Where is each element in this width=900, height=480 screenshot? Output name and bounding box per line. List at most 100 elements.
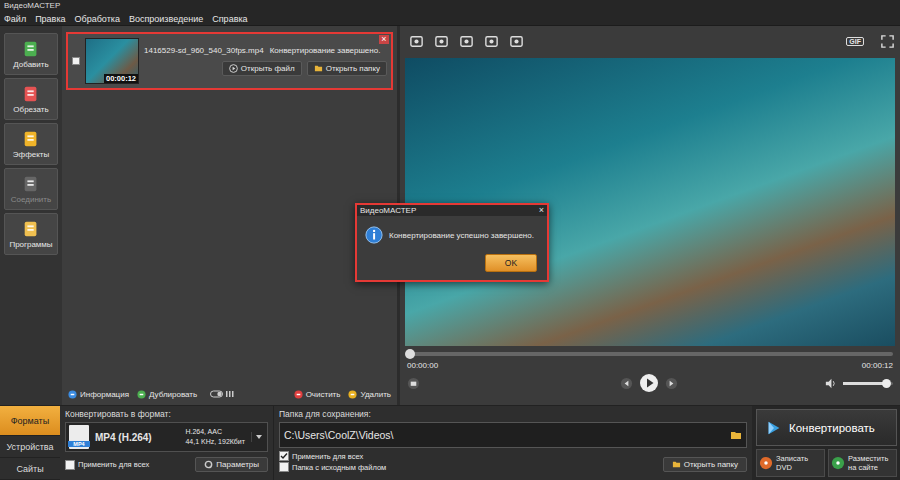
checkbox-box [279, 451, 289, 461]
output-path-field[interactable]: C:\Users\CoolZ\Videos\ [279, 422, 747, 448]
file-status: Конвертирование завершено. [270, 46, 381, 55]
folder-icon [672, 460, 681, 469]
file-list: 00:00:12 1416529-sd_960_540_30fps.mp4 Конв… [62, 26, 400, 405]
seek-bar[interactable] [407, 352, 893, 356]
bottom-tab[interactable]: Устройства [0, 436, 60, 458]
gif-button[interactable]: GIF [846, 37, 864, 46]
preview-toolbar: GIF [405, 30, 895, 52]
output-option-checkbox[interactable]: Папка с исходным файлом [279, 462, 386, 472]
next-icon[interactable] [665, 377, 678, 390]
button-label: Открыть папку [326, 64, 380, 73]
play-icon[interactable] [639, 373, 659, 393]
menu-item[interactable]: Файл [4, 12, 26, 25]
left-toolbar: Добавить Обрезать Эффекты Соединить Программ… [0, 26, 62, 405]
extra-actions: Записать DVD Разместить на сайте [756, 449, 897, 477]
toolbar-button[interactable]: Соединить [4, 168, 58, 210]
action-label: Информация [80, 390, 129, 399]
info-icon [68, 390, 77, 399]
remove-item-button[interactable]: × [379, 35, 389, 44]
open-folder-button[interactable]: Открыть папку [663, 457, 747, 472]
brightness-icon[interactable] [459, 34, 474, 49]
menu-item[interactable]: Обработка [75, 12, 120, 25]
file-action-button[interactable]: Открыть файл [222, 61, 302, 76]
toolbar-label: Соединить [11, 195, 51, 204]
toolbar-label: Программы [9, 240, 52, 249]
video-master-window: ВидеоМАСТЕР Файл Правка Обработка Воспроизве… [0, 0, 900, 480]
list-action[interactable]: Информация [68, 390, 129, 399]
film-icon[interactable] [409, 34, 424, 49]
check-icon [280, 452, 288, 460]
camera-icon[interactable] [484, 34, 499, 49]
dialog-close-button[interactable]: × [539, 206, 544, 215]
toolbar-button[interactable]: Программы [4, 213, 58, 255]
menu-item[interactable]: Правка [35, 12, 65, 25]
format-dropdown[interactable]: MP4 MP4 (H.264) H.264, AAC44,1 KHz, 192Кби… [65, 422, 268, 452]
seek-handle[interactable] [405, 349, 415, 359]
output-path: C:\Users\CoolZ\Videos\ [284, 429, 730, 441]
snapshot-icon[interactable] [407, 377, 420, 390]
menu-item[interactable]: Воспроизведение [129, 12, 203, 25]
format-heading: Конвертировать в формат: [65, 409, 268, 419]
output-option-checkbox[interactable]: Применить для всех [279, 451, 386, 461]
output-footer: Применить для всехПапка с исходным файло… [279, 451, 747, 472]
list-action[interactable]: Дублировать [137, 389, 238, 399]
button-label: Записать DVD [776, 454, 822, 472]
ok-button[interactable]: OK [485, 254, 537, 272]
file-action-button[interactable]: Открыть папку [307, 61, 387, 76]
programs-icon [22, 220, 40, 238]
list-action[interactable]: Удалить [348, 390, 391, 399]
toolbar-button[interactable]: Обрезать [4, 78, 58, 120]
menu-item[interactable]: Справка [212, 12, 247, 25]
format-footer: Применить для всех Параметры [65, 457, 268, 472]
button-label: Разместить на сайте [848, 454, 894, 472]
file-item[interactable]: 00:00:12 1416529-sd_960_540_30fps.mp4 Конв… [66, 32, 393, 90]
speed-icon[interactable] [509, 34, 524, 49]
cut-icon [22, 85, 40, 103]
volume-control [824, 377, 893, 390]
extra-button[interactable]: Разместить на сайте [828, 449, 897, 477]
message-dialog: ВидеоМАСТЕР×Конвертирование успешно заве… [355, 203, 549, 282]
volume-handle[interactable] [882, 379, 891, 388]
apply-all-checkbox[interactable]: Применить для всех [65, 460, 149, 470]
convert-button[interactable]: Конвертировать [756, 409, 897, 446]
bottom-tab[interactable]: Форматы [0, 406, 60, 436]
mp4-file-icon: MP4 [69, 425, 89, 449]
toolbar-label: Обрезать [13, 105, 48, 114]
previous-icon[interactable] [620, 377, 633, 390]
toolbar-button[interactable]: Добавить [4, 33, 58, 75]
button-label: Открыть файл [241, 64, 295, 73]
delete-icon [348, 390, 357, 399]
toolbar-button[interactable]: Эффекты [4, 123, 58, 165]
checkbox-label: Применить для всех [78, 460, 149, 469]
file-row: 1416529-sd_960_540_30fps.mp4 Конвертирова… [144, 46, 387, 55]
total-time: 00:00:12 [862, 361, 893, 370]
view-toggle-icon[interactable] [210, 389, 238, 399]
format-specs: H.264, AAC44,1 KHz, 192Кбит [185, 427, 245, 447]
audio-text: 44,1 KHz, 192Кбит [185, 437, 245, 447]
parameters-button[interactable]: Параметры [195, 457, 268, 472]
format-badge: MP4 [68, 441, 90, 447]
dialog-title: ВидеоМАСТЕР [360, 206, 416, 215]
thumbnail: 00:00:12 [85, 38, 139, 84]
convert-section: Конвертировать Записать DVD Разместить на … [752, 406, 900, 480]
folder-icon [314, 64, 323, 73]
add-icon [22, 40, 40, 58]
extra-button[interactable]: Записать DVD [756, 449, 825, 477]
upload-icon [831, 456, 845, 470]
action-label: Дублировать [149, 390, 197, 399]
dropdown-arrow-icon [251, 432, 264, 442]
browse-folder-icon[interactable] [730, 429, 742, 441]
bottom-tab[interactable]: Сайты [0, 458, 60, 480]
volume-slider[interactable] [843, 382, 893, 385]
speaker-icon[interactable] [824, 377, 837, 390]
checkbox-label: Применить для всех [292, 452, 363, 461]
list-action[interactable]: Очистить [294, 390, 341, 399]
format-name: MP4 (H.264) [95, 432, 152, 443]
fullscreen-icon[interactable] [880, 34, 895, 49]
play-icon [229, 64, 238, 73]
stabilize-icon[interactable] [434, 34, 449, 49]
duration-label: 00:00:12 [104, 74, 138, 83]
menu-bar: Файл Правка Обработка Воспроизведение Справк… [0, 12, 900, 26]
file-name: 1416529-sd_960_540_30fps.mp4 [144, 46, 264, 55]
file-checkbox[interactable] [72, 57, 80, 65]
